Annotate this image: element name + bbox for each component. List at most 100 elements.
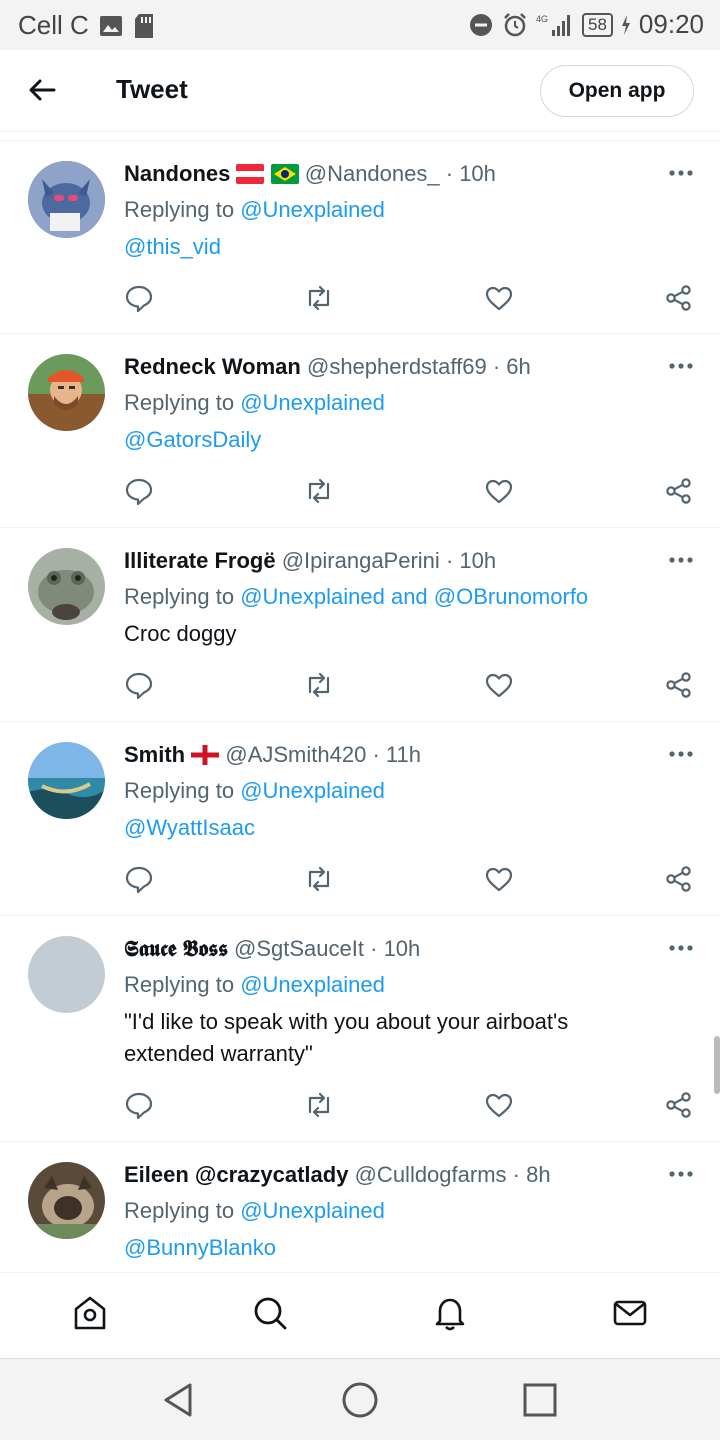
- system-nav-bar: [0, 1358, 720, 1440]
- dnd-icon: [470, 13, 492, 36]
- network-type-label: 4G: [536, 14, 548, 24]
- reply-icon[interactable]: [124, 670, 154, 700]
- avatar[interactable]: [28, 936, 105, 1013]
- retweet-icon[interactable]: [304, 1090, 334, 1120]
- open-app-button[interactable]: Open app: [540, 65, 694, 117]
- avatar[interactable]: [28, 548, 105, 625]
- home-icon[interactable]: [70, 1293, 110, 1333]
- handle[interactable]: @shepherdstaff69: [307, 354, 487, 379]
- messages-icon[interactable]: [610, 1293, 650, 1333]
- mention-link[interactable]: @Unexplained: [240, 778, 385, 803]
- timestamp[interactable]: 6h: [506, 354, 530, 379]
- share-icon[interactable]: [664, 476, 694, 506]
- replying-prefix: Replying to: [124, 197, 235, 222]
- more-icon[interactable]: [668, 1170, 694, 1178]
- retweet-icon[interactable]: [304, 864, 334, 894]
- timestamp[interactable]: 8h: [526, 1162, 550, 1187]
- mention-link[interactable]: @Unexplained and @OBrunomorfo: [240, 584, 588, 609]
- like-icon[interactable]: [484, 476, 514, 506]
- status-bar: Cell C 4G 58 09:20: [0, 0, 720, 50]
- tweet[interactable]: Illiterate Frogë @IpirangaPerini · 10h R…: [0, 527, 720, 721]
- replying-to: Replying to @Unexplained and @OBrunomorf…: [124, 582, 588, 612]
- back-arrow-icon[interactable]: [26, 74, 58, 106]
- share-icon[interactable]: [664, 864, 694, 894]
- tweet[interactable]: Nandones @Nandones_ · 10h Replying to @U…: [0, 140, 720, 333]
- clock: 09:20: [638, 9, 704, 39]
- replying-prefix: Replying to: [124, 584, 235, 609]
- display-name[interactable]: 𝕾𝖆𝖚𝖈𝖊 𝕭𝖔𝖘𝖘: [124, 936, 228, 961]
- like-icon[interactable]: [484, 283, 514, 313]
- display-name[interactable]: Nandones: [124, 161, 230, 186]
- timestamp[interactable]: 11h: [386, 742, 421, 767]
- timestamp[interactable]: 10h: [459, 548, 496, 573]
- tweet-text: @this_vid: [124, 231, 664, 263]
- avatar[interactable]: [28, 742, 105, 819]
- more-icon[interactable]: [668, 944, 694, 952]
- display-name[interactable]: Redneck Woman: [124, 354, 301, 379]
- handle[interactable]: @Nandones_: [305, 161, 440, 186]
- reply-icon[interactable]: [124, 1090, 154, 1120]
- battery-indicator: 58: [582, 12, 613, 37]
- display-name[interactable]: Eileen @crazycatlady: [124, 1162, 348, 1187]
- tweet-header: Eileen @crazycatlady @Culldogfarms · 8h: [124, 1162, 551, 1187]
- brazil-flag-icon: [270, 164, 299, 184]
- scrollbar-thumb[interactable]: [714, 1036, 720, 1094]
- share-icon[interactable]: [664, 283, 694, 313]
- top-app-bar: Tweet Open app: [0, 50, 720, 132]
- tweet[interactable]: Eileen @crazycatlady @Culldogfarms · 8h …: [0, 1141, 720, 1272]
- search-icon[interactable]: [250, 1293, 290, 1333]
- mention-link[interactable]: @this_vid: [124, 234, 221, 259]
- more-icon[interactable]: [668, 362, 694, 370]
- retweet-icon[interactable]: [304, 476, 334, 506]
- mention-link[interactable]: @Unexplained: [240, 1198, 385, 1223]
- mention-link[interactable]: @WyattIsaac: [124, 815, 255, 840]
- system-back-icon[interactable]: [160, 1381, 198, 1419]
- display-name[interactable]: Smith: [124, 742, 185, 767]
- charging-icon: [621, 14, 630, 35]
- mention-link[interactable]: @Unexplained: [240, 197, 385, 222]
- handle[interactable]: @AJSmith420: [225, 742, 366, 767]
- mention-link[interactable]: @GatorsDaily: [124, 427, 261, 452]
- handle[interactable]: @IpirangaPerini: [282, 548, 440, 573]
- retweet-icon[interactable]: [304, 283, 334, 313]
- tweet-header: 𝕾𝖆𝖚𝖈𝖊 𝕭𝖔𝖘𝖘 @SgtSauceIt · 10h: [124, 936, 421, 961]
- tweet[interactable]: 𝕾𝖆𝖚𝖈𝖊 𝕭𝖔𝖘𝖘 @SgtSauceIt · 10h Replying to…: [0, 915, 720, 1141]
- like-icon[interactable]: [484, 670, 514, 700]
- timestamp[interactable]: 10h: [459, 161, 496, 186]
- timestamp[interactable]: 10h: [384, 936, 421, 961]
- handle[interactable]: @SgtSauceIt: [234, 936, 364, 961]
- tweet[interactable]: Smith @AJSmith420 · 11h Replying to @Une…: [0, 721, 720, 915]
- system-recents-icon[interactable]: [521, 1381, 559, 1419]
- reply-icon[interactable]: [124, 283, 154, 313]
- mention-link[interactable]: @BunnyBlanko: [124, 1235, 276, 1260]
- mention-link[interactable]: @Unexplained: [240, 390, 385, 415]
- avatar[interactable]: [28, 1162, 105, 1239]
- reply-icon[interactable]: [124, 476, 154, 506]
- replying-prefix: Replying to: [124, 390, 235, 415]
- handle[interactable]: @Culldogfarms: [355, 1162, 507, 1187]
- notifications-bell-icon[interactable]: [430, 1293, 470, 1333]
- replying-to: Replying to @Unexplained: [124, 776, 385, 806]
- display-name[interactable]: Illiterate Frogë: [124, 548, 276, 573]
- replying-to: Replying to @Unexplained: [124, 970, 385, 1000]
- system-home-icon[interactable]: [341, 1381, 379, 1419]
- tweet[interactable]: Redneck Woman @shepherdstaff69 · 6h Repl…: [0, 333, 720, 527]
- more-icon[interactable]: [668, 556, 694, 564]
- like-icon[interactable]: [484, 1090, 514, 1120]
- status-left: Cell C: [18, 10, 155, 41]
- avatar[interactable]: [28, 354, 105, 431]
- like-icon[interactable]: [484, 864, 514, 894]
- share-icon[interactable]: [664, 1090, 694, 1120]
- tweet-header: Illiterate Frogë @IpirangaPerini · 10h: [124, 548, 497, 573]
- avatar[interactable]: [28, 161, 105, 238]
- replying-prefix: Replying to: [124, 778, 235, 803]
- reply-icon[interactable]: [124, 864, 154, 894]
- mention-link[interactable]: @Unexplained: [240, 972, 385, 997]
- more-icon[interactable]: [668, 169, 694, 177]
- tweet-text: @WyattIsaac: [124, 812, 664, 844]
- sd-card-icon: [134, 13, 153, 38]
- more-icon[interactable]: [668, 750, 694, 758]
- retweet-icon[interactable]: [304, 670, 334, 700]
- share-icon[interactable]: [664, 670, 694, 700]
- replying-prefix: Replying to: [124, 1198, 235, 1223]
